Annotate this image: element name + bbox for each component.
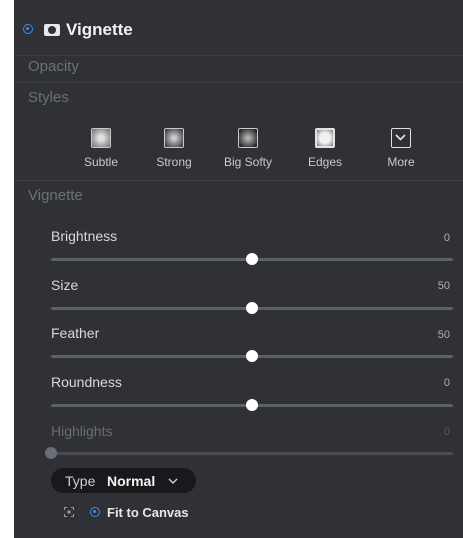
fit-to-canvas-label[interactable]: Fit to Canvas — [107, 505, 189, 520]
slider-value: 0 — [443, 426, 450, 438]
type-dropdown[interactable]: Type Normal — [51, 468, 196, 493]
style-label-more[interactable]: More — [366, 155, 436, 169]
subtle-preset-icon[interactable] — [91, 128, 111, 148]
chevron-down-icon — [168, 478, 178, 484]
fit-frame-icon — [64, 507, 74, 517]
styles-divider — [14, 180, 463, 181]
style-label-big-softy[interactable]: Big Softy — [213, 155, 283, 169]
strong-preset-icon[interactable] — [164, 128, 184, 148]
slider-label: Highlights — [51, 423, 113, 439]
edges-preset-icon[interactable] — [315, 128, 335, 148]
style-label-edges[interactable]: Edges — [290, 155, 360, 169]
panel-title: Vignette — [66, 20, 133, 39]
slider-label: Brightness — [51, 228, 118, 244]
vignette-icon — [44, 24, 60, 36]
type-label: Type — [65, 473, 96, 489]
fit-to-canvas-radio[interactable] — [90, 507, 100, 517]
styles-section-label[interactable]: Styles — [28, 89, 69, 106]
panel-header[interactable]: Vignette — [14, 0, 463, 55]
vignette-panel: Vignette Opacity Styles Subtle Strong Bi… — [14, 0, 463, 538]
header-divider — [14, 55, 463, 56]
chevron-down-box-icon[interactable] — [391, 128, 411, 148]
vignette-section-label: Vignette — [28, 187, 83, 204]
slider-track — [51, 452, 453, 455]
slider-label: Feather — [51, 325, 100, 341]
opacity-section-label[interactable]: Opacity — [28, 58, 79, 75]
slider-value[interactable]: 50 — [438, 329, 450, 341]
slider-value[interactable]: 0 — [444, 377, 450, 389]
slider-label: Size — [51, 277, 79, 293]
slider-handle[interactable] — [246, 302, 258, 314]
style-label-strong[interactable]: Strong — [139, 155, 209, 169]
slider-value[interactable]: 50 — [438, 280, 450, 292]
opacity-divider — [14, 82, 463, 83]
big-softy-preset-icon[interactable] — [238, 128, 258, 148]
filter-enable-toggle[interactable] — [23, 24, 33, 34]
slider-handle — [45, 447, 57, 459]
style-label-subtle[interactable]: Subtle — [66, 155, 136, 169]
slider-value[interactable]: 0 — [444, 232, 450, 244]
slider-label: Roundness — [51, 374, 122, 390]
type-value: Normal — [107, 473, 156, 489]
slider-handle[interactable] — [246, 350, 258, 362]
slider-handle[interactable] — [246, 399, 258, 411]
slider-handle[interactable] — [246, 253, 258, 265]
